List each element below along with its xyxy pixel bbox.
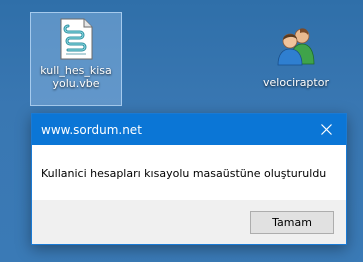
dialog-footer: Tamam <box>32 200 346 244</box>
desktop-icon-user-folder[interactable]: velociraptor <box>248 26 344 89</box>
message-box: www.sordum.net Kullanici hesapları kısay… <box>31 113 347 245</box>
close-icon <box>320 124 332 135</box>
desktop-icon-vbe-file[interactable]: kull_hes_kisa yolu.vbe <box>30 12 122 106</box>
desktop-icon-label: kull_hes_kisa yolu.vbe <box>40 64 112 90</box>
dialog-body: Kullanici hesapları kısayolu masaüstüne … <box>32 145 346 201</box>
users-icon <box>277 28 315 66</box>
dialog-title: www.sordum.net <box>41 122 142 137</box>
dialog-titlebar[interactable]: www.sordum.net <box>32 114 346 145</box>
ok-button[interactable]: Tamam <box>250 210 334 234</box>
vbscript-file-icon <box>60 18 93 60</box>
desktop-icon-label: velociraptor <box>263 76 329 89</box>
close-button[interactable] <box>306 114 346 145</box>
dialog-message: Kullanici hesapları kısayolu masaüstüne … <box>41 166 327 180</box>
